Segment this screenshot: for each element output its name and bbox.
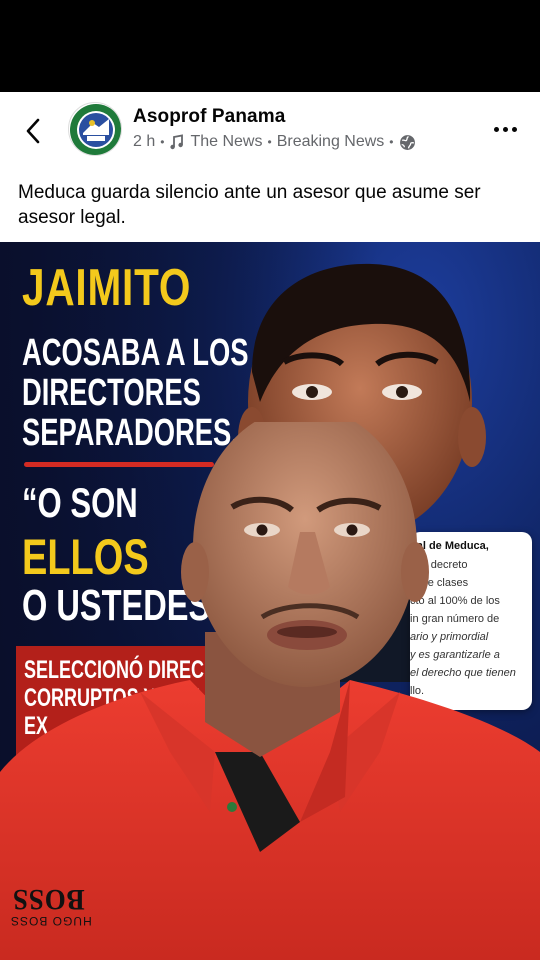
- page-name[interactable]: Asoprof Panama: [133, 106, 285, 128]
- separator: •: [160, 135, 165, 149]
- separator: •: [267, 135, 272, 149]
- post-header: Asoprof Panama 2 h • The News • Breaking…: [0, 92, 540, 170]
- post-media-video[interactable]: JAIMITO ACOSABA A LOS DIRECTORES SEPARAD…: [0, 242, 540, 960]
- music-note-icon: [170, 134, 184, 150]
- post-time[interactable]: 2 h: [133, 133, 155, 151]
- more-horizontal-icon: [493, 126, 499, 132]
- shirt-logo: BOSS: [12, 883, 85, 916]
- music-track[interactable]: Breaking News: [277, 133, 385, 151]
- headline-line: DIRECTORES: [22, 372, 201, 414]
- back-button[interactable]: [18, 116, 48, 146]
- foreground-person-image: [0, 422, 540, 960]
- post-caption[interactable]: Meduca guarda silencio ante un asesor qu…: [18, 180, 523, 230]
- chevron-left-icon: [26, 118, 40, 144]
- music-channel[interactable]: The News: [190, 133, 262, 151]
- page-avatar[interactable]: [68, 102, 122, 156]
- separator: •: [389, 135, 394, 149]
- post-caption-area: Meduca guarda silencio ante un asesor qu…: [0, 170, 540, 242]
- status-bar-area: [0, 0, 540, 92]
- headline-title: JAIMITO: [22, 259, 192, 317]
- post-meta: 2 h • The News • Breaking News •: [133, 133, 416, 151]
- asoprof-logo: [70, 104, 121, 155]
- more-options-button[interactable]: [488, 114, 522, 144]
- globe-icon: [399, 134, 415, 150]
- headline-line: ACOSABA A LOS: [22, 332, 249, 374]
- shirt-logo-sub: HUGO BOSS: [10, 914, 92, 928]
